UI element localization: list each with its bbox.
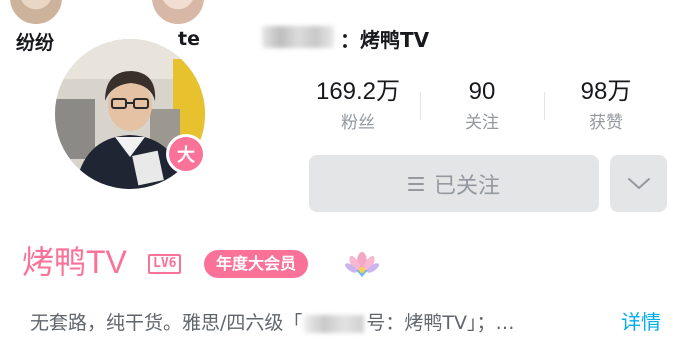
blurred-text <box>304 314 365 333</box>
lotus-icon <box>345 248 379 286</box>
bio-text: 无套路，纯干货。雅思/四六级「 <box>30 312 303 334</box>
stat-value: 90 <box>468 78 496 105</box>
chevron-down-icon <box>627 177 650 189</box>
menu-lines-icon <box>407 176 424 191</box>
stat-label: 关注 <box>465 113 499 133</box>
details-link[interactable]: 详情 <box>621 308 661 336</box>
profile-name: 烤鸭TV <box>22 244 127 280</box>
stat-label: 获赞 <box>589 113 623 133</box>
bio-text: 号：烤鸭TV」；… <box>366 312 515 334</box>
mini-user-name[interactable]: te <box>178 28 200 50</box>
vip-badge[interactable]: 年度大会员 <box>204 250 309 278</box>
creator-badge: 大 <box>166 134 206 174</box>
level-badge: LV6 <box>148 254 182 274</box>
more-options-button[interactable] <box>610 155 667 212</box>
mini-avatar[interactable] <box>8 0 64 26</box>
stat-likes[interactable]: 98万 获赞 <box>546 78 666 134</box>
followed-button[interactable]: 已关注 <box>309 155 599 212</box>
mini-avatar[interactable] <box>150 0 206 26</box>
creator-badge-label: 大 <box>169 137 203 171</box>
stat-divider <box>544 92 545 120</box>
stat-value: 98万 <box>580 78 632 105</box>
stat-followers[interactable]: 169.2万 粉丝 <box>298 78 418 134</box>
stat-label: 粉丝 <box>341 113 375 133</box>
blurred-text <box>262 26 334 48</box>
mini-user-name[interactable]: 纷纷 <box>16 28 54 55</box>
stat-divider <box>420 92 421 120</box>
stat-following[interactable]: 90 关注 <box>422 78 542 134</box>
stat-value: 169.2万 <box>315 78 401 105</box>
channel-line: ：烤鸭TV <box>340 28 430 52</box>
profile-bio[interactable]: 无套路，纯干货。雅思/四六级「 号：烤鸭TV」；… <box>30 310 515 336</box>
followed-button-label: 已关注 <box>433 173 500 199</box>
